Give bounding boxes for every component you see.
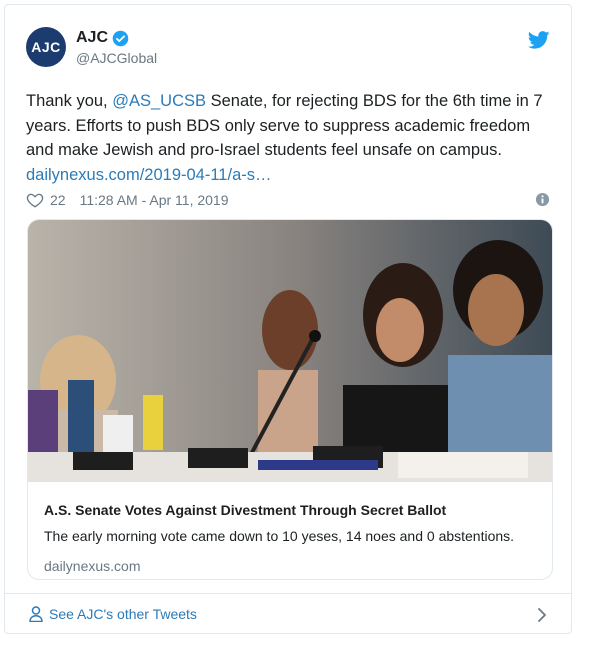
- link-card-body: A.S. Senate Votes Against Divestment Thr…: [44, 502, 544, 574]
- see-other-tweets-link[interactable]: See AJC's other Tweets: [5, 593, 571, 634]
- like-count[interactable]: 22: [50, 192, 66, 208]
- display-name[interactable]: AJC: [76, 29, 108, 47]
- tweet-meta: 22 11:28 AM - Apr 11, 2019: [26, 190, 550, 210]
- link-card-domain: dailynexus.com: [44, 558, 141, 574]
- avatar-text: AJC: [31, 39, 61, 55]
- person-icon: [29, 606, 43, 622]
- tweet-text-start: Thank you,: [26, 92, 113, 110]
- twitter-bird-icon[interactable]: [528, 31, 550, 49]
- author-names[interactable]: AJC @AJCGlobal: [76, 29, 157, 66]
- mention-link[interactable]: @AS_UCSB: [112, 92, 206, 110]
- info-icon[interactable]: [535, 192, 550, 207]
- tweet-text: Thank you, @AS_UCSB Senate, for rejectin…: [26, 89, 554, 187]
- embedded-tweet-card: AJC AJC @AJCGlobal Thank you, @AS_UCSB S…: [4, 4, 572, 634]
- tweet-url-link[interactable]: dailynexus.com/2019-04-11/a-s…: [26, 166, 272, 184]
- timestamp-link[interactable]: 11:28 AM - Apr 11, 2019: [80, 192, 229, 208]
- link-card-title[interactable]: A.S. Senate Votes Against Divestment Thr…: [44, 502, 544, 518]
- chevron-right-icon: [538, 608, 546, 622]
- tweet-header: AJC AJC @AJCGlobal: [26, 27, 550, 71]
- avatar[interactable]: AJC: [26, 27, 66, 67]
- link-card-description: The early morning vote came down to 10 y…: [44, 528, 515, 544]
- photo-students-at-senate-table-icon: [28, 220, 552, 482]
- verified-badge-icon: [112, 30, 129, 46]
- see-other-tweets-label: See AJC's other Tweets: [49, 606, 197, 622]
- account-handle[interactable]: @AJCGlobal: [76, 50, 157, 66]
- link-preview-card[interactable]: A.S. Senate Votes Against Divestment Thr…: [27, 219, 553, 580]
- heart-icon[interactable]: [26, 191, 44, 209]
